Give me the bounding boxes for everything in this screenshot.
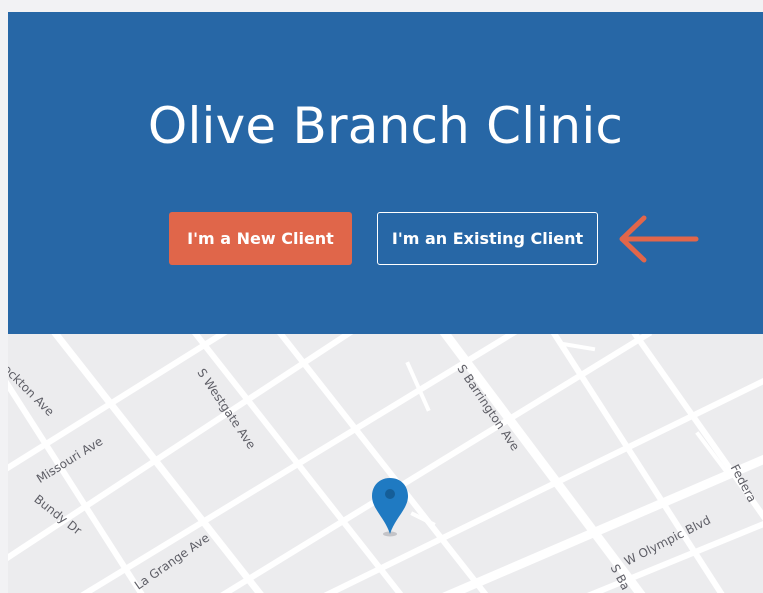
hero-banner: Olive Branch Clinic I'm a New Client I'm…: [8, 12, 763, 334]
map-pin-icon[interactable]: [370, 476, 410, 538]
existing-client-button[interactable]: I'm an Existing Client: [377, 212, 598, 265]
existing-client-button-label: I'm an Existing Client: [391, 229, 584, 248]
new-client-button-label: I'm a New Client: [187, 229, 334, 248]
location-map[interactable]: S Barrington Ave Missouri Ave S Westgate…: [8, 334, 763, 593]
clinic-page: Olive Branch Clinic I'm a New Client I'm…: [8, 12, 763, 593]
arrow-left-icon: [619, 215, 699, 263]
clinic-title: Olive Branch Clinic: [147, 97, 624, 155]
new-client-button[interactable]: I'm a New Client: [169, 212, 352, 265]
